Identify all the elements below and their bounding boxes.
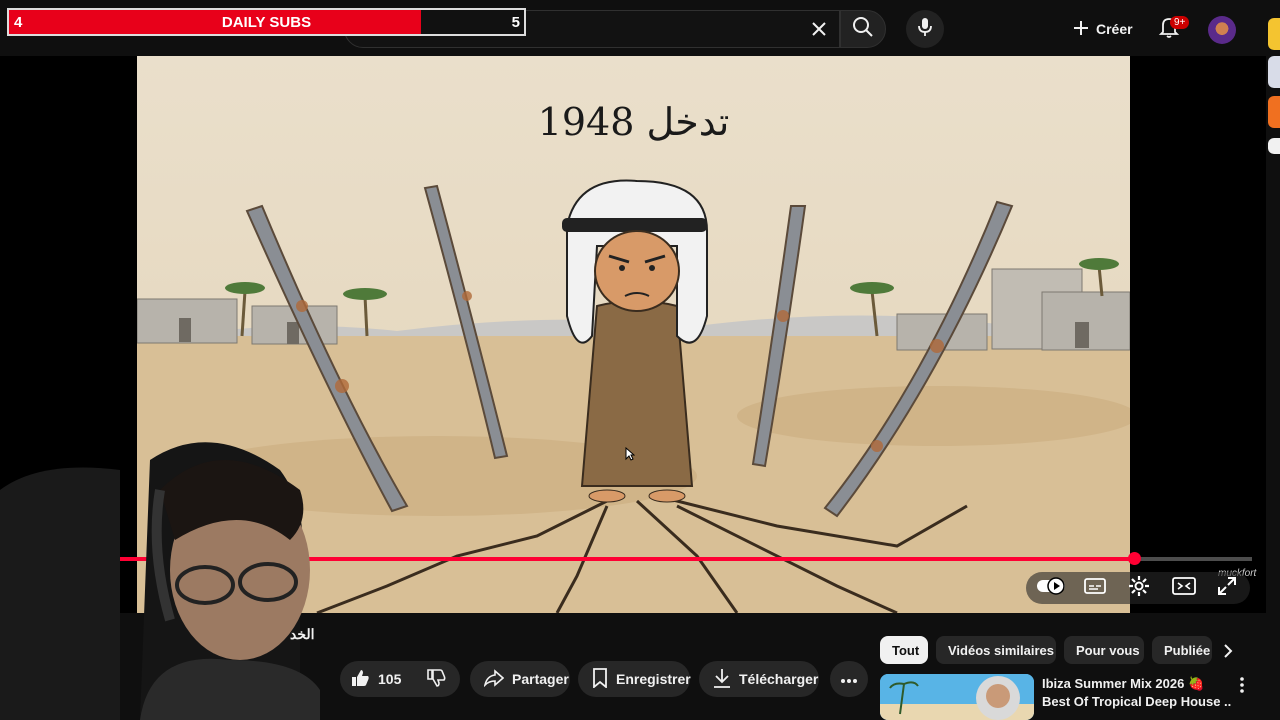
fullscreen-icon [1217, 576, 1237, 601]
notification-badge: 9+ [1170, 16, 1190, 29]
recommendation-title-line-1: Ibiza Summer Mix 2026 🍓 [1042, 676, 1205, 691]
video-title: الخد [290, 626, 315, 642]
share-button[interactable]: Partager [470, 661, 570, 697]
daily-subs-goal: 5 [511, 14, 520, 31]
plus-icon [1072, 19, 1090, 40]
mouse-cursor-icon [625, 447, 635, 461]
dislike-button[interactable] [418, 661, 460, 697]
chip-published[interactable]: Publiée [1152, 636, 1212, 664]
extension-icon-yellow[interactable] [1268, 18, 1280, 50]
daily-subs-title: DAILY SUBS [221, 14, 312, 31]
streamer-webcam [0, 430, 320, 720]
chips-next-button[interactable] [1218, 642, 1238, 664]
download-label: Télécharger [739, 671, 819, 687]
autoplay-toggle-icon [1036, 576, 1066, 600]
microphone-icon [916, 17, 934, 42]
bell-icon [1156, 18, 1182, 44]
video-caption-text: تدخل 1948 [537, 100, 730, 144]
autoplay-toggle[interactable] [1036, 576, 1066, 600]
recommendation-title[interactable]: Ibiza Summer Mix 2026 🍓 Best Of Tropical… [1042, 675, 1232, 711]
voice-search-button[interactable] [906, 10, 944, 48]
gear-icon [1128, 575, 1150, 602]
clear-search-icon[interactable] [804, 14, 834, 44]
chip-similar-videos[interactable]: Vidéos similaires [936, 636, 1056, 664]
download-button[interactable]: Télécharger [699, 661, 819, 697]
more-horizontal-icon [840, 671, 858, 687]
like-count: 105 [378, 671, 402, 687]
save-button[interactable]: Enregistrer [578, 661, 691, 697]
account-avatar[interactable] [1208, 16, 1236, 44]
more-vertical-icon [1234, 677, 1250, 698]
create-label: Créer [1096, 21, 1133, 37]
chip-all[interactable]: Tout [880, 636, 928, 664]
share-label: Partager [512, 671, 569, 687]
download-icon [713, 668, 731, 691]
search-icon [852, 16, 874, 43]
share-icon [483, 668, 505, 690]
daily-subs-overlay: 4 DAILY SUBS 5 [7, 8, 526, 36]
extension-icon-grey[interactable] [1268, 56, 1280, 88]
extension-icon-orange[interactable] [1268, 96, 1280, 128]
create-button[interactable]: Créer [1062, 12, 1143, 46]
save-label: Enregistrer [616, 671, 691, 687]
search-button[interactable] [840, 10, 886, 48]
bookmark-icon [592, 667, 608, 691]
theater-mode-button[interactable] [1170, 576, 1198, 600]
extension-icon-white[interactable] [1268, 138, 1280, 154]
subtitles-icon [1084, 577, 1106, 599]
youtube-watch-page: rni Créer 9+ 4 DAILY SUBS 5 [0, 0, 1280, 720]
thumbs-down-icon [426, 668, 446, 691]
chevron-right-icon [1223, 643, 1233, 664]
theater-mode-icon [1172, 576, 1196, 600]
more-actions-button[interactable] [830, 661, 868, 697]
extension-strip [1266, 10, 1280, 210]
subtitles-button[interactable] [1082, 576, 1108, 600]
fullscreen-button[interactable] [1214, 575, 1240, 601]
recommendation-more-button[interactable] [1234, 676, 1250, 694]
recommendation-thumbnail[interactable] [880, 674, 1034, 720]
settings-button[interactable] [1126, 575, 1152, 601]
like-button[interactable]: 105 [340, 661, 416, 697]
recommendation-title-line-2: Best Of Tropical Deep House ... [1042, 694, 1232, 709]
thumbs-up-icon [350, 668, 370, 691]
chip-for-you[interactable]: Pour vous [1064, 636, 1144, 664]
